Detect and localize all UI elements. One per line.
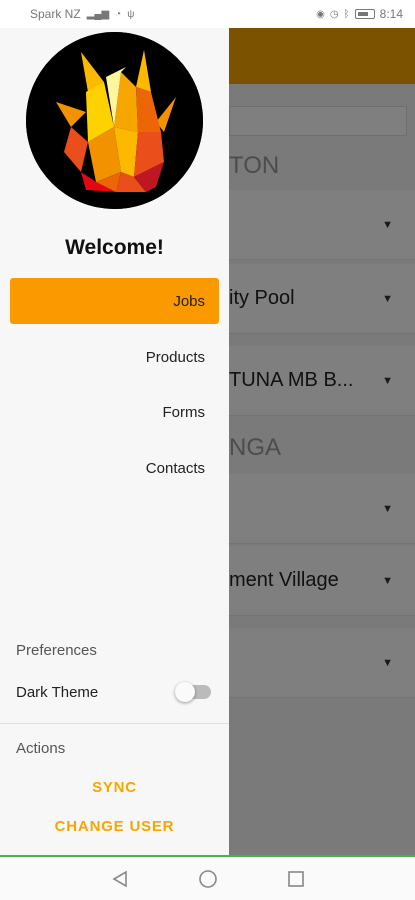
change-user-button[interactable]: CHANGE USER [0, 818, 229, 835]
carrier-name: Spark NZ [30, 7, 81, 21]
menu-item-label: Forms [162, 403, 206, 421]
app-logo [26, 32, 203, 209]
alarm-icon: ◷ [329, 8, 339, 20]
menu-item-label: Products [145, 348, 205, 366]
divider [0, 723, 229, 724]
flame-icon [26, 32, 203, 209]
usb-icon: ψ [127, 8, 135, 20]
menu-item-jobs[interactable]: Jobs [10, 278, 219, 324]
menu-item-forms[interactable]: Forms [10, 389, 219, 435]
dark-theme-label: Dark Theme [16, 683, 99, 701]
menu-item-label: Jobs [173, 292, 205, 310]
navigation-drawer: Welcome! Jobs Products Forms Contacts Pr… [0, 28, 229, 855]
menu-item-contacts[interactable]: Contacts [10, 445, 219, 491]
clock: 8:14 [379, 7, 403, 21]
signal-icon: ▂▄▆ [86, 8, 110, 20]
wifi-icon: ◔ [115, 8, 122, 20]
battery-icon [354, 9, 375, 19]
system-nav-bar [0, 855, 415, 900]
dark-theme-row: Dark Theme [16, 678, 211, 706]
menu-item-label: Contacts [145, 459, 205, 477]
eye-icon: ◉ [316, 8, 325, 20]
menu-item-products[interactable]: Products [10, 334, 219, 380]
home-icon[interactable] [196, 867, 220, 891]
status-bar: Spark NZ ▂▄▆ ◔ ψ ◉ ◷ ᛒ 8:14 [0, 0, 415, 28]
dark-theme-toggle[interactable] [175, 682, 211, 702]
sync-button[interactable]: SYNC [0, 779, 229, 796]
bluetooth-icon: ᛒ [343, 8, 350, 20]
toggle-knob [175, 682, 195, 702]
carrier-group: Spark NZ ▂▄▆ ◔ ψ [30, 7, 134, 21]
recents-icon[interactable] [284, 867, 308, 891]
welcome-heading: Welcome! [65, 236, 164, 259]
actions-heading: Actions [16, 740, 66, 757]
status-right: ◉ ◷ ᛒ 8:14 [316, 7, 403, 21]
preferences-heading: Preferences [16, 642, 97, 659]
back-icon[interactable] [108, 867, 132, 891]
